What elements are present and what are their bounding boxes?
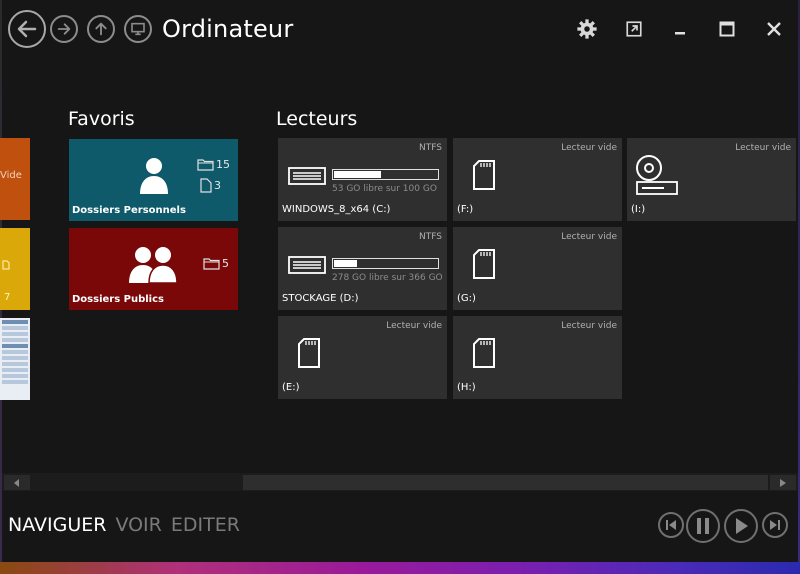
minimize-icon (675, 32, 685, 35)
arrow-up-icon (95, 22, 107, 36)
horizontal-scrollbar[interactable] (2, 473, 798, 491)
file-count: 3 (200, 178, 221, 193)
drive-usage-bar (332, 169, 439, 180)
drive-free-space: 278 GO libre sur 366 GO (332, 273, 443, 283)
skip-next-icon (770, 520, 780, 530)
drive-name: WINDOWS_8_x64 (C:) (282, 204, 391, 215)
drive-status: Lecteur vide (561, 232, 617, 242)
favorite-tile-personal[interactable]: 15 3 Dossiers Personnels (69, 139, 238, 221)
drive-tile-c[interactable]: NTFS 53 GO libre sur 100 GO WINDOWS_8_x6… (278, 138, 447, 221)
optical-drive-icon (636, 155, 678, 195)
previous-button[interactable] (658, 512, 684, 538)
play-button[interactable] (724, 509, 758, 543)
chevron-right-icon (780, 478, 786, 487)
sd-card-icon (473, 249, 495, 279)
peek-tile-yellow[interactable]: 7 (0, 228, 30, 310)
drive-name: STOCKAGE (D:) (282, 293, 359, 304)
hdd-icon (288, 167, 326, 185)
gear-icon (577, 19, 597, 39)
favorite-tile-public[interactable]: 5 Dossiers Publics (69, 228, 238, 310)
peek-tile-count: 7 (2, 260, 10, 303)
play-icon (736, 518, 748, 534)
drive-tile-h[interactable]: Lecteur vide (H:) (453, 316, 622, 399)
folder-count: 15 (197, 158, 230, 171)
peek-tile-orange[interactable]: Vide (0, 138, 30, 220)
pause-button[interactable] (686, 509, 720, 543)
hdd-icon (288, 256, 326, 274)
scrollbar-thumb[interactable] (243, 475, 768, 490)
window-frame-bottom (0, 562, 800, 574)
title-bar: Ordinateur (0, 0, 800, 62)
peek-tile-screenshot[interactable] (0, 318, 30, 400)
file-icon (200, 178, 212, 193)
drive-name: (I:) (631, 204, 646, 215)
drives-heading: Lecteurs (276, 108, 358, 130)
drive-status: Lecteur vide (386, 321, 442, 331)
scroll-left-button[interactable] (4, 475, 30, 490)
drive-status: Lecteur vide (561, 321, 617, 331)
monitor-icon (131, 22, 145, 36)
drive-filesystem: NTFS (419, 143, 442, 153)
scroll-right-button[interactable] (770, 475, 796, 490)
drive-usage-bar (332, 258, 439, 269)
sd-card-icon (473, 338, 495, 368)
nav-edit[interactable]: EDITER (171, 514, 240, 536)
drive-tile-g[interactable]: Lecteur vide (G:) (453, 227, 622, 310)
drive-name: (F:) (457, 204, 474, 215)
drive-status: Lecteur vide (561, 143, 617, 153)
drive-tile-e[interactable]: Lecteur vide (E:) (278, 316, 447, 399)
drive-tile-f[interactable]: Lecteur vide (F:) (453, 138, 622, 221)
sd-card-icon (473, 160, 495, 190)
up-button[interactable] (87, 15, 115, 43)
popout-button[interactable] (621, 16, 647, 42)
back-button[interactable] (8, 10, 46, 48)
nav-view[interactable]: VOIR (115, 514, 161, 536)
peek-tile-text: Vide (0, 170, 22, 181)
drive-tile-d[interactable]: NTFS 278 GO libre sur 366 GO STOCKAGE (D… (278, 227, 447, 310)
popout-icon (626, 21, 642, 37)
settings-button[interactable] (574, 16, 600, 42)
arrow-left-icon (17, 20, 37, 38)
forward-button[interactable] (50, 15, 78, 43)
skip-previous-icon (666, 520, 676, 530)
computer-button[interactable] (124, 15, 152, 43)
drive-status: Lecteur vide (735, 143, 791, 153)
drive-name: (G:) (457, 293, 476, 304)
bottom-navigation: NAVIGUER VOIR EDITER (8, 514, 240, 536)
pause-icon (697, 518, 709, 534)
window-title: Ordinateur (162, 15, 294, 43)
favorite-tile-label: Dossiers Personnels (72, 205, 186, 216)
folder-icon (203, 258, 220, 270)
arrow-right-icon (57, 23, 71, 35)
favorites-heading: Favoris (68, 108, 135, 130)
chevron-left-icon (14, 478, 19, 487)
maximize-button[interactable] (714, 16, 740, 42)
person-icon (140, 158, 168, 194)
people-icon (129, 247, 177, 284)
sd-card-icon (298, 338, 320, 368)
drive-name: (H:) (457, 382, 476, 393)
drive-tile-i[interactable]: Lecteur vide (I:) (627, 138, 796, 221)
maximize-icon (719, 21, 735, 37)
nav-navigate[interactable]: NAVIGUER (8, 514, 106, 536)
drive-filesystem: NTFS (419, 232, 442, 242)
close-icon (767, 22, 781, 36)
minimize-button[interactable] (667, 16, 693, 42)
file-icon (2, 260, 10, 270)
next-button[interactable] (762, 512, 788, 538)
drive-free-space: 53 GO libre sur 100 GO (332, 184, 437, 194)
favorite-tile-label: Dossiers Publics (72, 294, 164, 305)
drive-name: (E:) (282, 382, 300, 393)
folder-count: 5 (203, 257, 229, 270)
close-button[interactable] (761, 16, 787, 42)
folder-icon (197, 159, 214, 171)
